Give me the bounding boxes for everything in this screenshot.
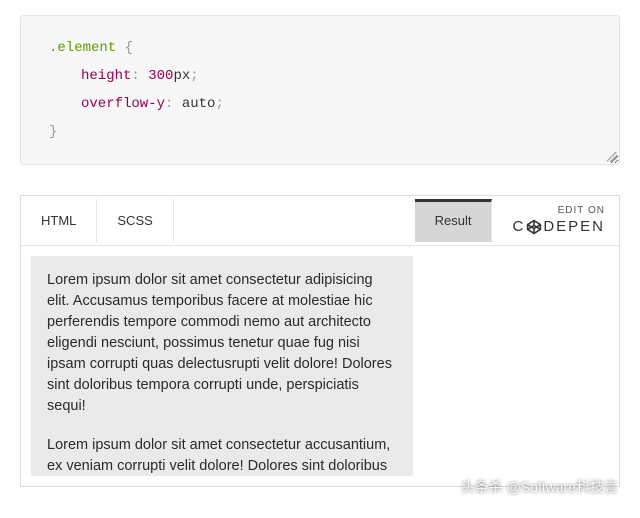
scrollable-element[interactable]: Lorem ipsum dolor sit amet consectetur a… [31,256,413,476]
css-selector: .element [49,40,116,56]
code-line-2: height: 300px; [49,62,591,90]
tab-bar: HTML SCSS Result EDIT ON C DEPEN [21,196,619,246]
tab-result[interactable]: Result [415,199,493,242]
codepen-embed: HTML SCSS Result EDIT ON C DEPEN Lorem i… [20,195,620,487]
brace-close: } [49,124,57,140]
codepen-cube-icon [526,219,542,235]
tab-scss[interactable]: SCSS [97,199,173,242]
paragraph-1: Lorem ipsum dolor sit amet consectetur a… [47,270,397,417]
code-line-1: .element { [49,34,591,62]
code-line-4: } [49,118,591,146]
brace-open: { [116,40,133,56]
tab-html[interactable]: HTML [21,199,97,242]
paragraph-2: Lorem ipsum dolor sit amet consectetur a… [47,435,397,476]
codepen-logo: C DEPEN [512,217,605,237]
css-prop-overflow: overflow-y [81,96,165,112]
code-line-3: overflow-y: auto; [49,90,591,118]
css-prop-height: height [81,68,131,84]
result-viewport: Lorem ipsum dolor sit amet consectetur a… [21,246,421,486]
edit-on-label: EDIT ON [512,204,605,217]
result-area: Lorem ipsum dolor sit amet consectetur a… [21,246,619,486]
edit-on-codepen-link[interactable]: EDIT ON C DEPEN [492,198,619,243]
code-block: .element { height: 300px; overflow-y: au… [20,15,620,165]
